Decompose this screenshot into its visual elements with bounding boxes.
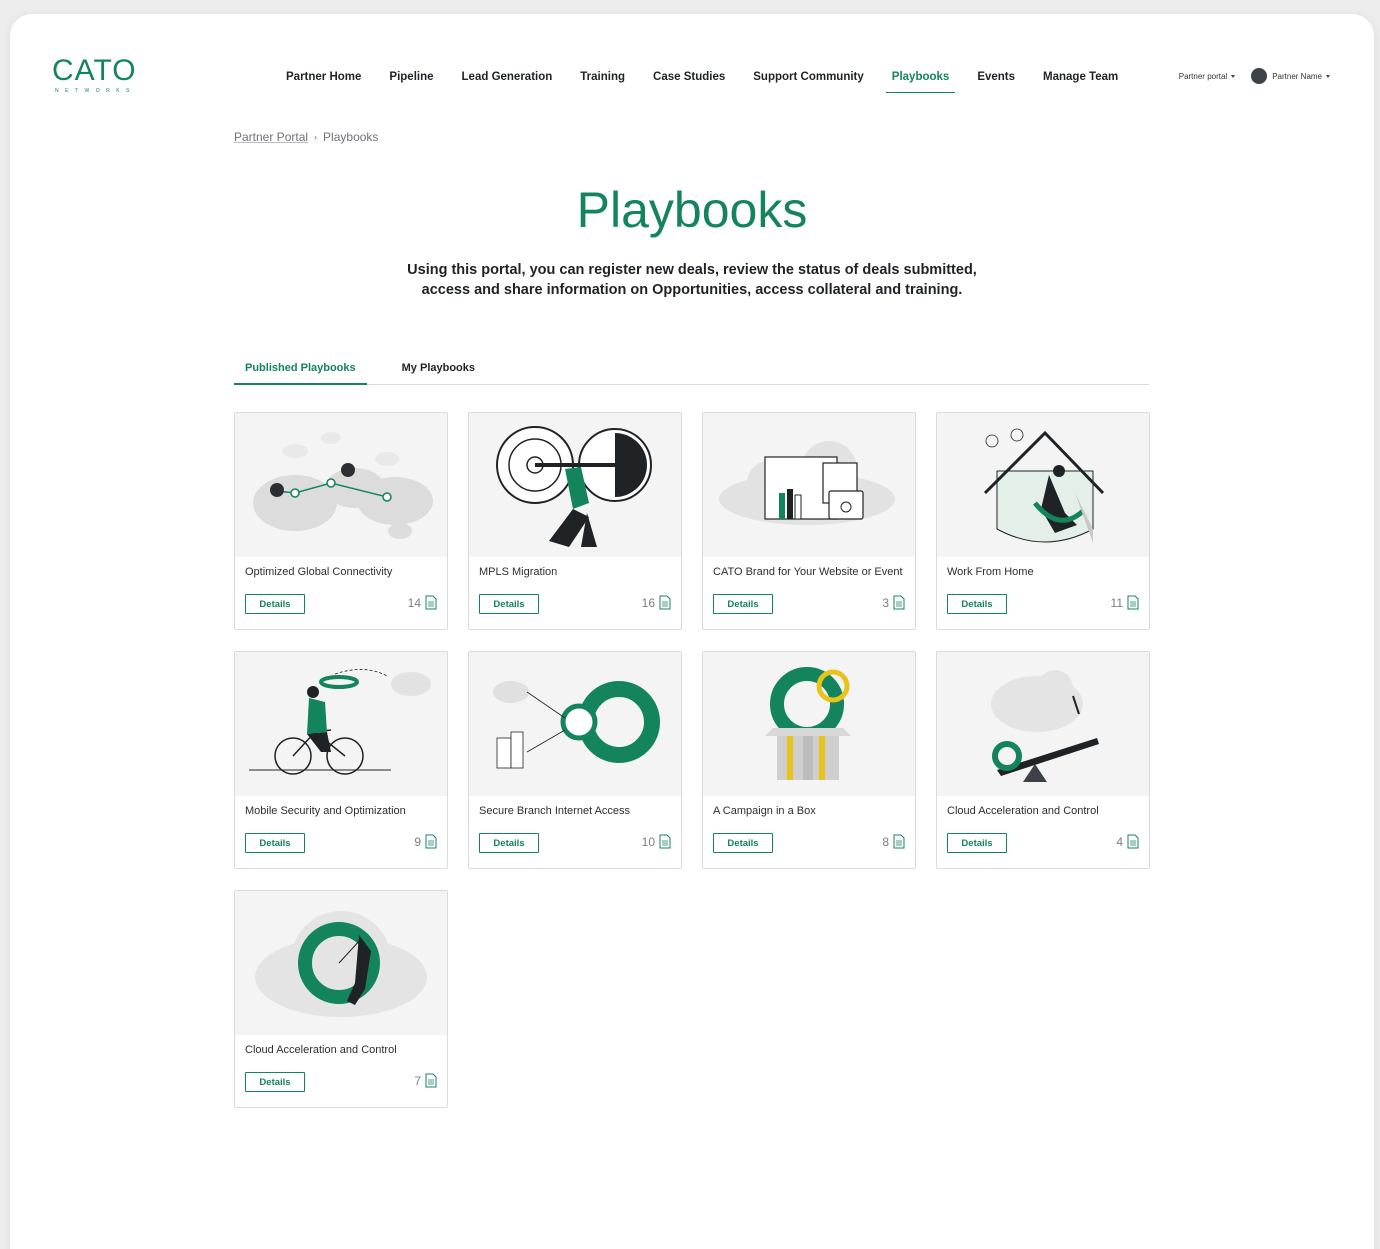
card-title: Optimized Global Connectivity <box>245 566 393 578</box>
user-menu[interactable]: Partner Name <box>1272 72 1330 81</box>
nav-playbooks[interactable]: Playbooks <box>885 66 956 93</box>
count-value: 4 <box>1116 834 1123 849</box>
chevron-down-icon <box>1326 74 1330 78</box>
details-button[interactable]: Details <box>713 833 773 853</box>
document-count: 10 <box>642 834 671 849</box>
nav-manage-team[interactable]: Manage Team <box>1037 66 1124 93</box>
breadcrumb-separator: › <box>314 132 318 142</box>
card-title: A Campaign in a Box <box>713 805 816 817</box>
document-count: 8 <box>882 834 905 849</box>
playbook-card[interactable]: Mobile Security and Optimization Details… <box>234 651 448 869</box>
playbook-card[interactable]: Cloud Acceleration and Control Details 4 <box>936 651 1150 869</box>
document-icon <box>425 834 437 849</box>
branch-ring-illustration <box>469 652 681 796</box>
details-button[interactable]: Details <box>245 833 305 853</box>
document-icon <box>893 595 905 610</box>
home-worker-illustration <box>937 413 1149 557</box>
app-window: CATO NETWORKS Partner Home Pipeline Lead… <box>10 14 1374 1249</box>
details-button[interactable]: Details <box>947 594 1007 614</box>
world-map-illustration <box>235 413 447 557</box>
breadcrumb-current: Playbooks <box>323 130 379 144</box>
playbook-card[interactable]: Work From Home Details 11 <box>936 412 1150 630</box>
main-nav: Partner Home Pipeline Lead Generation Tr… <box>280 66 1140 93</box>
playbook-card[interactable]: Optimized Global Connectivity Details 14 <box>234 412 448 630</box>
user-area: Partner portal Partner Name <box>1179 68 1330 84</box>
tab-my-playbooks[interactable]: My Playbooks <box>391 358 486 384</box>
document-icon <box>1127 595 1139 610</box>
intro-line-2: access and share information on Opportun… <box>421 282 963 298</box>
nav-training[interactable]: Training <box>574 66 631 93</box>
card-title: Cloud Acceleration and Control <box>245 1044 397 1056</box>
document-count: 7 <box>414 1073 437 1088</box>
logo-wordmark: CATO <box>52 54 137 87</box>
count-value: 11 <box>1110 595 1123 610</box>
card-title: MPLS Migration <box>479 566 558 578</box>
gift-box-illustration <box>703 652 915 796</box>
playbook-grid: Optimized Global Connectivity Details 14 <box>234 412 1150 1108</box>
document-count: 3 <box>882 595 905 610</box>
nav-partner-home[interactable]: Partner Home <box>280 66 367 93</box>
playbook-card[interactable]: Secure Branch Internet Access Details 10 <box>468 651 682 869</box>
nav-events[interactable]: Events <box>971 66 1021 93</box>
document-icon <box>1127 834 1139 849</box>
breadcrumb-partner-portal[interactable]: Partner Portal <box>234 130 308 144</box>
avatar[interactable] <box>1251 68 1268 84</box>
count-value: 9 <box>414 834 421 849</box>
playbook-card[interactable]: CATO Brand for Your Website or Event Det… <box>702 412 916 630</box>
cyclist-illustration <box>235 652 447 796</box>
playbook-card[interactable]: MPLS Migration Details 16 <box>468 412 682 630</box>
user-menu-label: Partner Name <box>1272 71 1322 81</box>
intro-line-1: Using this portal, you can register new … <box>407 262 977 278</box>
portal-menu-label: Partner portal <box>1178 71 1228 81</box>
speed-ring-illustration <box>235 891 447 1035</box>
breadcrumb: Partner Portal › Playbooks <box>234 130 378 144</box>
details-button[interactable]: Details <box>479 594 539 614</box>
card-title: Work From Home <box>947 566 1034 578</box>
tab-published-playbooks[interactable]: Published Playbooks <box>234 358 367 385</box>
card-title: CATO Brand for Your Website or Event <box>713 566 903 578</box>
document-count: 11 <box>1111 595 1139 610</box>
count-value: 16 <box>641 595 655 610</box>
details-button[interactable]: Details <box>245 594 305 614</box>
page-title: Playbooks <box>576 182 808 238</box>
document-icon <box>659 834 671 849</box>
document-icon <box>893 834 905 849</box>
details-button[interactable]: Details <box>479 833 539 853</box>
nav-lead-generation[interactable]: Lead Generation <box>456 66 559 93</box>
details-button[interactable]: Details <box>245 1072 305 1092</box>
document-count: 16 <box>642 595 671 610</box>
card-title: Mobile Security and Optimization <box>245 805 406 817</box>
document-icon <box>425 595 437 610</box>
count-value: 10 <box>641 834 655 849</box>
card-title: Cloud Acceleration and Control <box>947 805 1099 817</box>
nav-pipeline[interactable]: Pipeline <box>383 66 439 93</box>
document-icon <box>659 595 671 610</box>
cato-logo[interactable]: CATO NETWORKS <box>52 54 142 95</box>
card-title: Secure Branch Internet Access <box>479 805 631 817</box>
portal-menu[interactable]: Partner portal <box>1178 71 1236 81</box>
details-button[interactable]: Details <box>713 594 773 614</box>
playbook-card[interactable]: A Campaign in a Box Details 8 <box>702 651 916 869</box>
count-value: 8 <box>882 834 889 849</box>
logo-subtext: NETWORKS <box>55 88 136 94</box>
details-button[interactable]: Details <box>947 833 1007 853</box>
chevron-down-icon <box>1231 74 1236 78</box>
document-count: 9 <box>414 834 437 849</box>
intro-text: Using this portal, you can register new … <box>10 260 1374 300</box>
seesaw-illustration <box>937 652 1149 796</box>
brand-assets-illustration <box>703 413 915 557</box>
document-count: 14 <box>408 595 437 610</box>
playbook-tabs: Published Playbooks My Playbooks <box>234 358 1149 385</box>
document-count: 4 <box>1116 834 1139 849</box>
document-icon <box>425 1073 437 1088</box>
nav-case-studies[interactable]: Case Studies <box>647 66 731 93</box>
count-value: 3 <box>882 595 889 610</box>
playbook-card[interactable]: Cloud Acceleration and Control Details 7 <box>234 890 448 1108</box>
count-value: 7 <box>414 1073 421 1088</box>
count-value: 14 <box>407 595 421 610</box>
weightlifter-illustration <box>469 413 681 557</box>
nav-support-community[interactable]: Support Community <box>747 66 870 93</box>
